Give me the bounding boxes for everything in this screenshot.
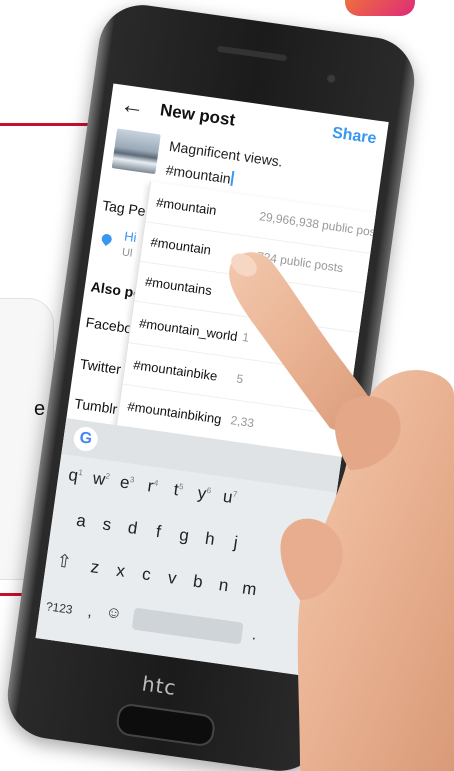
background-text-fragment: e [34,398,46,420]
key[interactable]: u7 [218,486,243,509]
shift-icon[interactable]: ⇧ [55,550,73,573]
key[interactable]: h [198,528,223,551]
location-subtitle: Ul [121,246,134,260]
suggestion-tag: #mountainbiking [126,398,223,427]
phone-brand-logo: htc [140,671,179,700]
key[interactable]: c [134,563,159,586]
key[interactable]: e3 [115,472,140,495]
key[interactable]: a [69,510,94,533]
suggestion-count: ,724 public posts [252,248,344,276]
brand-logo-corner [345,0,415,16]
key[interactable]: v [160,567,185,590]
onscreen-keyboard: G q1 w2 e3 r4 t5 y6 u7 a s d f g h j ⇧ z… [35,418,342,677]
share-button[interactable]: Share [331,124,377,148]
key-hint: 7 [232,489,239,500]
tag-people-row[interactable]: Tag Pe [101,197,146,219]
suggestion-tag: #mountain_world [138,315,239,345]
photo-thumbnail [111,128,161,175]
smartphone: ← New post Share Magnificent views. #mou… [2,0,420,771]
suggestion-count: 29,966,938 public posts [258,209,386,241]
key-hint: 6 [206,485,212,496]
space-bar[interactable] [131,607,244,645]
key[interactable]: d [120,517,145,540]
suggestion-count: 2,33 [229,413,255,431]
location-pin-icon [99,232,114,247]
key[interactable]: t5 [166,479,191,502]
key-hint: 4 [153,478,159,488]
key[interactable]: s [95,513,120,536]
key[interactable]: y6 [192,483,217,506]
page-title: New post [158,100,237,130]
suggestion-count: 5 [235,371,245,387]
key[interactable]: r4 [140,475,165,498]
key-hint: 1 [77,467,84,478]
scene: e o ← New post Share Magnificent views. … [0,0,454,771]
share-tumblr-row[interactable]: Tumblr [73,395,118,417]
google-icon[interactable]: G [72,425,100,453]
typed-hashtag: #mountain [164,161,232,187]
comma-key[interactable]: , [86,603,94,621]
suggestion-tag: #mountain [155,194,218,218]
back-arrow-icon[interactable]: ← [119,91,147,122]
key-hint: 3 [129,475,136,485]
key-hint: 2 [105,471,111,482]
key[interactable]: b [186,571,211,594]
period-key[interactable]: . [251,626,258,644]
key[interactable]: n [211,574,236,597]
caption-input[interactable]: #mountain [165,162,235,187]
key[interactable]: z [83,556,108,579]
hashtag-suggestions: #mountain 29,966,938 public posts #mount… [115,181,386,459]
key-hint: 5 [178,481,185,492]
key[interactable]: m [237,578,262,601]
emoji-icon[interactable]: ☺ [104,604,124,624]
suggestion-tag: #mountain [149,234,212,258]
share-twitter-row[interactable]: Twitter [79,356,122,378]
key[interactable]: x [108,560,133,583]
suggestion-count: lic posts [247,288,293,309]
location-name[interactable]: Hi [123,229,137,246]
suggestion-tag: #mountains [144,273,213,299]
key[interactable]: q1 [63,465,88,488]
share-facebook-row[interactable]: Facebo [85,314,133,336]
key[interactable]: f [146,521,171,544]
key[interactable]: g [172,524,197,547]
symbols-key[interactable]: ?123 [45,599,73,617]
suggestion-count: 1 [241,329,251,345]
key[interactable]: j [223,532,248,555]
key[interactable]: w2 [89,468,114,491]
suggestion-tag: #mountainbike [132,357,219,384]
